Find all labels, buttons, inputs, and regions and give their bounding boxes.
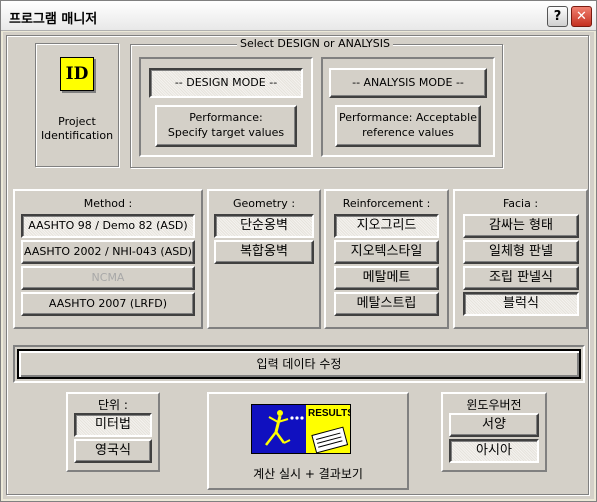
title-bar: 프로그램 매니저 ? ✕ xyxy=(1,1,596,31)
reinforcement-title: Reinforcement : xyxy=(342,197,431,210)
analysis-mode-button[interactable]: -- ANALYSIS MODE -- xyxy=(329,68,487,98)
reinforcement-geotextile-button[interactable]: 지오텍스타일 xyxy=(334,240,439,264)
windows-version-western-button[interactable]: 서양 xyxy=(449,413,539,437)
units-title: 단위 : xyxy=(98,398,128,412)
geometry-composite-wall-button[interactable]: 복합옹벽 xyxy=(214,240,314,264)
design-mode-button[interactable]: -- DESIGN MODE -- xyxy=(149,68,303,98)
edit-input-data-button[interactable]: 입력 데이타 수정 xyxy=(17,349,581,379)
facia-wrap-around-button[interactable]: 감싸는 형태 xyxy=(463,214,579,238)
design-performance-button[interactable]: Performance: Specify target values xyxy=(155,105,297,147)
program-manager-window: 프로그램 매니저 ? ✕ ID Project Identification S… xyxy=(0,0,597,502)
calculate-label[interactable]: 계산 실시 + 결과보기 xyxy=(207,465,409,482)
help-button[interactable]: ? xyxy=(547,6,568,27)
mode-group-legend: Select DESIGN or ANALYSIS xyxy=(237,37,393,50)
facia-title: Facia : xyxy=(502,197,539,210)
units-metric-button[interactable]: 미터법 xyxy=(74,413,152,437)
method-aashto2002-button[interactable]: AASHTO 2002 / NHI-043 (ASD) xyxy=(21,240,195,264)
reinforcement-metal-mat-button[interactable]: 메탈메트 xyxy=(334,266,439,290)
geometry-simple-wall-button[interactable]: 단순옹벽 xyxy=(214,214,314,238)
window-title: 프로그램 매니저 xyxy=(9,12,98,27)
analysis-performance-button[interactable]: Performance: Acceptable reference values xyxy=(335,105,481,147)
client-area: ID Project Identification Select DESIGN … xyxy=(3,32,594,499)
units-imperial-button[interactable]: 영국식 xyxy=(74,439,152,463)
method-title: Method : xyxy=(83,197,133,210)
method-ncma-button[interactable]: NCMA xyxy=(21,266,195,290)
facia-segmental-panel-button[interactable]: 조립 판넬식 xyxy=(463,266,579,290)
method-aashto2007-button[interactable]: AASHTO 2007 (LRFD) xyxy=(21,292,195,316)
method-aashto98-button[interactable]: AASHTO 98 / Demo 82 (ASD) xyxy=(21,214,195,238)
calculate-results-icon[interactable]: RESULTS xyxy=(251,404,351,454)
windows-version-title: 윈도우버전 xyxy=(466,398,522,412)
reinforcement-geogrid-button[interactable]: 지오그리드 xyxy=(334,214,439,238)
facia-full-height-panel-button[interactable]: 일체형 판넬 xyxy=(463,240,579,264)
project-identification-label[interactable]: Project Identification xyxy=(37,115,117,143)
close-button[interactable]: ✕ xyxy=(571,6,592,27)
facia-block-button[interactable]: 블럭식 xyxy=(463,292,579,316)
reinforcement-metal-strip-button[interactable]: 메탈스트립 xyxy=(334,292,439,316)
geometry-title: Geometry : xyxy=(232,197,296,210)
project-id-icon[interactable]: ID xyxy=(60,57,94,91)
windows-version-asian-button[interactable]: 아시아 xyxy=(449,439,539,463)
results-text: RESULTS xyxy=(308,408,351,419)
